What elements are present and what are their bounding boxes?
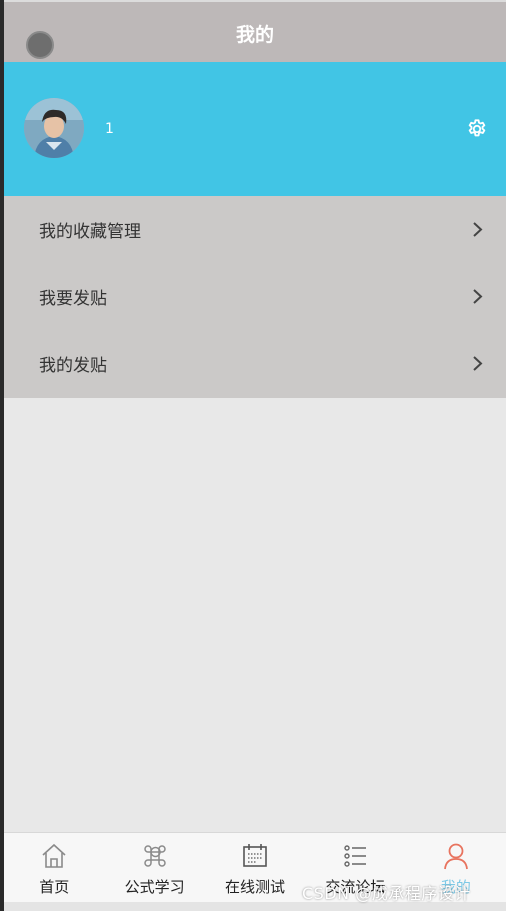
- gear-icon[interactable]: [466, 118, 488, 140]
- menu-item-favorites[interactable]: 我的收藏管理: [4, 196, 506, 263]
- menu-item-label: 我的发贴: [39, 356, 107, 376]
- chevron-right-icon: [473, 289, 483, 304]
- home-icon: [42, 843, 66, 868]
- app-frame: 我的 1 我的收藏管理 我要发贴 我的发贴 首页 公式学习 在线测试 交流论坛 …: [0, 0, 506, 911]
- user-icon: [443, 843, 468, 870]
- menu-list: 我的收藏管理 我要发贴 我的发贴: [4, 196, 506, 398]
- menu-item-label: 我要发贴: [39, 289, 107, 309]
- username: 1: [105, 121, 114, 137]
- page-header: 我的: [4, 0, 506, 62]
- chevron-right-icon: [473, 222, 483, 237]
- menu-item-label: 我的收藏管理: [39, 222, 141, 242]
- menu-item-my-posts[interactable]: 我的发贴: [4, 330, 506, 397]
- watermark-text: CSDN @成承程序设计: [302, 884, 471, 903]
- calendar-icon: [243, 844, 267, 867]
- tab-home[interactable]: 首页: [4, 833, 104, 902]
- tab-label: 在线测试: [225, 878, 286, 896]
- profile-card: 1: [4, 62, 506, 196]
- command-icon: [143, 845, 166, 867]
- avatar-photo: [24, 98, 84, 158]
- list-icon: [344, 845, 367, 867]
- menu-item-new-post[interactable]: 我要发贴: [4, 263, 506, 330]
- avatar[interactable]: [24, 98, 84, 158]
- chevron-right-icon: [473, 356, 483, 371]
- tab-label: 首页: [39, 878, 70, 896]
- page-title: 我的: [235, 24, 274, 46]
- tab-online-test[interactable]: 在线测试: [205, 833, 305, 902]
- tab-formula-study[interactable]: 公式学习: [104, 833, 204, 902]
- floating-assistive-button[interactable]: [26, 31, 54, 59]
- tab-label: 公式学习: [124, 878, 185, 896]
